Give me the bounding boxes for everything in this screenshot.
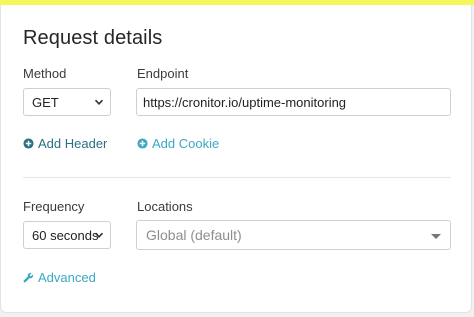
add-header-link[interactable]: Add Header [23,136,107,151]
top-accent-bar [0,0,474,5]
chevron-down-icon [94,232,104,238]
plus-circle-icon [137,138,148,149]
locations-dropdown-value: Global (default) [146,227,242,243]
frequency-label: Frequency [23,199,85,214]
plus-circle-icon [23,138,34,149]
method-label: Method [23,66,67,81]
endpoint-input-value: https://cronitor.io/uptime-monitoring [143,94,347,110]
section-divider [23,177,451,178]
chevron-down-icon [94,99,104,105]
advanced-link[interactable]: Advanced [23,270,96,285]
wrench-icon [23,272,34,283]
advanced-label: Advanced [38,270,96,285]
panel-title: Request details [23,27,163,49]
add-cookie-label: Add Cookie [152,136,220,151]
locations-label: Locations [137,199,193,214]
method-select-value: GET [32,94,59,110]
frequency-select[interactable]: 60 seconds [23,221,111,249]
add-cookie-link[interactable]: Add Cookie [137,136,219,151]
endpoint-input[interactable]: https://cronitor.io/uptime-monitoring [136,88,451,116]
endpoint-label: Endpoint [137,66,189,81]
caret-down-icon [431,234,441,239]
frequency-select-value: 60 seconds [32,227,99,243]
method-select[interactable]: GET [23,88,111,116]
add-header-label: Add Header [38,136,108,151]
locations-dropdown[interactable]: Global (default) [136,220,451,250]
